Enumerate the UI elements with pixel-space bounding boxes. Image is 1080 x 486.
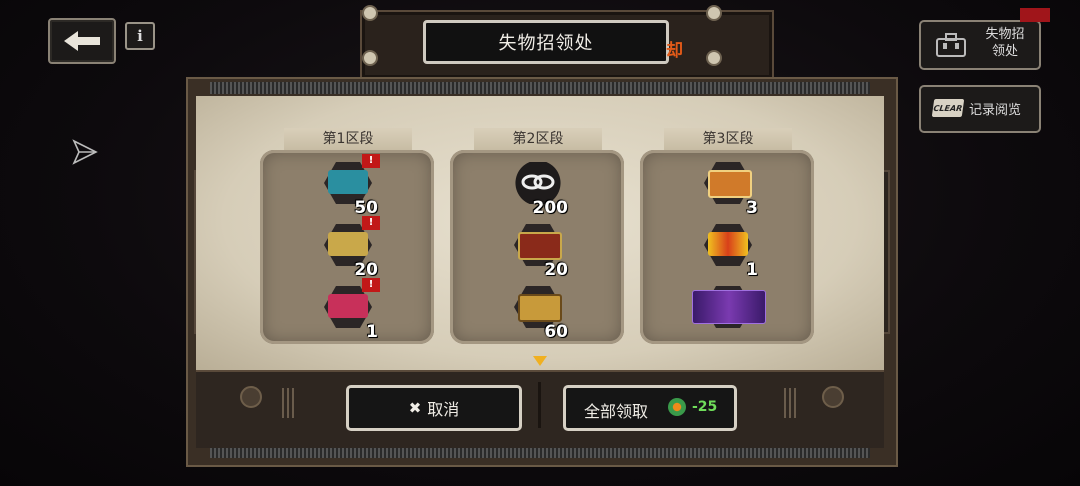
title-tag: 却: [666, 41, 683, 61]
blue-ticket-icon: [328, 170, 368, 194]
reward-item[interactable]: [690, 284, 766, 338]
item-quantity: 1: [746, 260, 758, 280]
scroll-down-arrow-icon[interactable]: [533, 356, 547, 366]
chain-link-icon: [521, 174, 555, 190]
gold-ticket-icon: [328, 232, 368, 256]
bolt-icon: [706, 5, 722, 21]
reward-item[interactable]: ! 1: [318, 278, 380, 342]
item-quantity: 200: [532, 198, 569, 218]
alert-badge: !: [362, 154, 380, 168]
orange-ticket-icon: [708, 170, 752, 198]
reward-item[interactable]: 60: [508, 284, 568, 342]
back-arrow-icon: [64, 31, 100, 51]
red-chest-icon: [518, 232, 562, 260]
record-view-button[interactable]: CLEAR 记录阅览: [919, 85, 1041, 133]
alert-badge: !: [362, 278, 380, 292]
record-view-label: 记录阅览: [969, 103, 1022, 118]
item-quantity: 1: [366, 322, 378, 342]
lost-found-button[interactable]: 失物招 领处: [919, 20, 1041, 70]
cancel-button[interactable]: ✖ 取消: [346, 385, 522, 431]
gold-chest-icon: [518, 294, 562, 322]
section-1-title: 第1区段: [284, 128, 412, 150]
reward-item[interactable]: 20: [508, 222, 568, 280]
claim-all-button[interactable]: 全部领取 -25: [563, 385, 737, 431]
section-2-box: 200 20 60: [450, 150, 624, 344]
notification-badge: [1020, 8, 1050, 22]
share-icon[interactable]: [70, 137, 100, 167]
back-button[interactable]: [48, 18, 116, 64]
item-quantity: 3: [746, 198, 758, 218]
panel-top-rail: [210, 82, 870, 94]
bolt-icon: [822, 386, 844, 408]
lost-found-label: 失物招 领处: [985, 27, 1025, 59]
reward-item[interactable]: 200: [508, 160, 568, 218]
panel-bottom-rail: [210, 448, 870, 458]
item-quantity: 60: [544, 322, 568, 342]
section-1-box: ! 50 ! 20 ! 1: [260, 150, 434, 344]
pink-ticket-icon: [328, 294, 368, 318]
claim-cost: -25: [692, 399, 718, 415]
bolt-icon: [240, 386, 262, 408]
item-quantity: 20: [544, 260, 568, 280]
bolt-icon: [362, 5, 378, 21]
briefcase-icon: [936, 33, 966, 57]
item-quantity: 50: [354, 198, 378, 218]
reward-item[interactable]: 3: [698, 160, 758, 218]
divider: [538, 382, 541, 428]
purple-card-icon: [692, 290, 766, 324]
item-quantity: 20: [354, 260, 378, 280]
claim-all-label: 全部领取: [584, 402, 649, 421]
bolt-icon: [706, 50, 722, 66]
close-icon: ✖: [408, 399, 422, 417]
vent-grill: [282, 388, 296, 418]
section-3-title: 第3区段: [664, 128, 792, 150]
alert-badge: !: [362, 216, 380, 230]
section-2-title: 第2区段: [474, 128, 602, 150]
reward-item[interactable]: ! 50: [318, 154, 380, 218]
reward-item[interactable]: ! 20: [318, 216, 380, 280]
section-3-box: 3 1: [640, 150, 814, 344]
red-gold-ticket-icon: [708, 232, 748, 256]
green-coin-icon: [668, 398, 686, 416]
info-button[interactable]: i: [125, 22, 155, 50]
reward-item[interactable]: 1: [698, 222, 758, 280]
bolt-icon: [362, 50, 378, 66]
clear-icon: CLEAR: [931, 99, 965, 117]
vent-grill: [784, 388, 798, 418]
cancel-label: 取消: [427, 400, 460, 419]
page-title: 失物招领处: [423, 20, 669, 64]
